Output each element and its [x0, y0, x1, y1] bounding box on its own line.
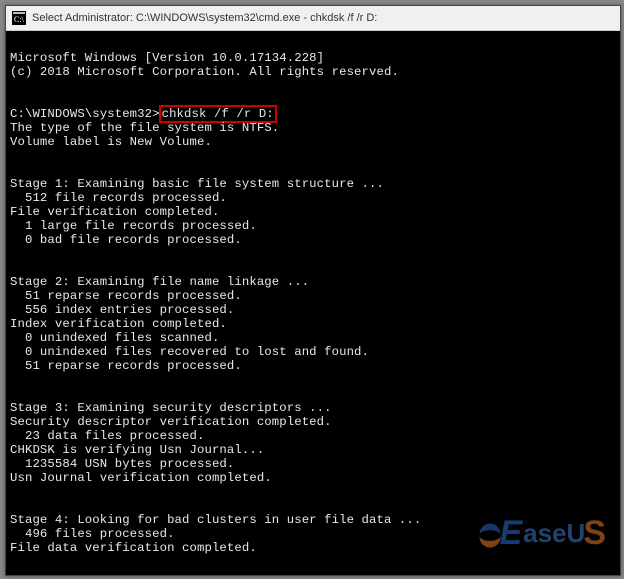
- line: Index verification completed.: [10, 317, 227, 331]
- prompt: C:\WINDOWS\system32>chkdsk /f /r D:: [10, 107, 276, 121]
- blank-line: [10, 79, 616, 93]
- blank-line: [10, 373, 616, 387]
- line: Security descriptor verification complet…: [10, 415, 332, 429]
- blank-line: [10, 149, 616, 163]
- line: The type of the file system is NTFS.: [10, 121, 279, 135]
- blank-line: [10, 247, 616, 261]
- line: 496 files processed.: [10, 527, 175, 541]
- line: Usn Journal verification completed.: [10, 471, 272, 485]
- stage-heading: Stage 1: Examining basic file system str…: [10, 177, 384, 191]
- cmd-icon: C:\: [12, 11, 26, 25]
- line: 0 unindexed files recovered to lost and …: [10, 345, 369, 359]
- blank-line: [10, 485, 616, 499]
- line: 1235584 USN bytes processed.: [10, 457, 234, 471]
- line: Microsoft Windows [Version 10.0.17134.22…: [10, 51, 324, 65]
- line: File verification completed.: [10, 205, 219, 219]
- line: 23 data files processed.: [10, 429, 204, 443]
- line: 0 unindexed files scanned.: [10, 331, 219, 345]
- terminal-output[interactable]: Microsoft Windows [Version 10.0.17134.22…: [6, 31, 620, 576]
- line: 512 file records processed.: [10, 191, 227, 205]
- line: 556 index entries processed.: [10, 303, 234, 317]
- blank-line: [10, 555, 616, 569]
- line: CHKDSK is verifying Usn Journal...: [10, 443, 264, 457]
- stage-heading: Stage 4: Looking for bad clusters in use…: [10, 513, 421, 527]
- stage-heading: Stage 2: Examining file name linkage ...: [10, 275, 309, 289]
- titlebar[interactable]: C:\ Select Administrator: C:\WINDOWS\sys…: [6, 6, 620, 31]
- line: 1 large file records processed.: [10, 219, 257, 233]
- svg-text:C:\: C:\: [14, 15, 25, 24]
- line: Volume label is New Volume.: [10, 135, 212, 149]
- line: 51 reparse records processed.: [10, 359, 242, 373]
- stage-heading: Stage 3: Examining security descriptors …: [10, 401, 332, 415]
- cmd-window: C:\ Select Administrator: C:\WINDOWS\sys…: [5, 5, 621, 576]
- line: 0 bad file records processed.: [10, 233, 242, 247]
- title-text: Select Administrator: C:\WINDOWS\system3…: [32, 12, 377, 24]
- line: File data verification completed.: [10, 541, 257, 555]
- line: (c) 2018 Microsoft Corporation. All righ…: [10, 65, 399, 79]
- prompt-path: C:\WINDOWS\system32>: [10, 107, 160, 121]
- line: 51 reparse records processed.: [10, 289, 242, 303]
